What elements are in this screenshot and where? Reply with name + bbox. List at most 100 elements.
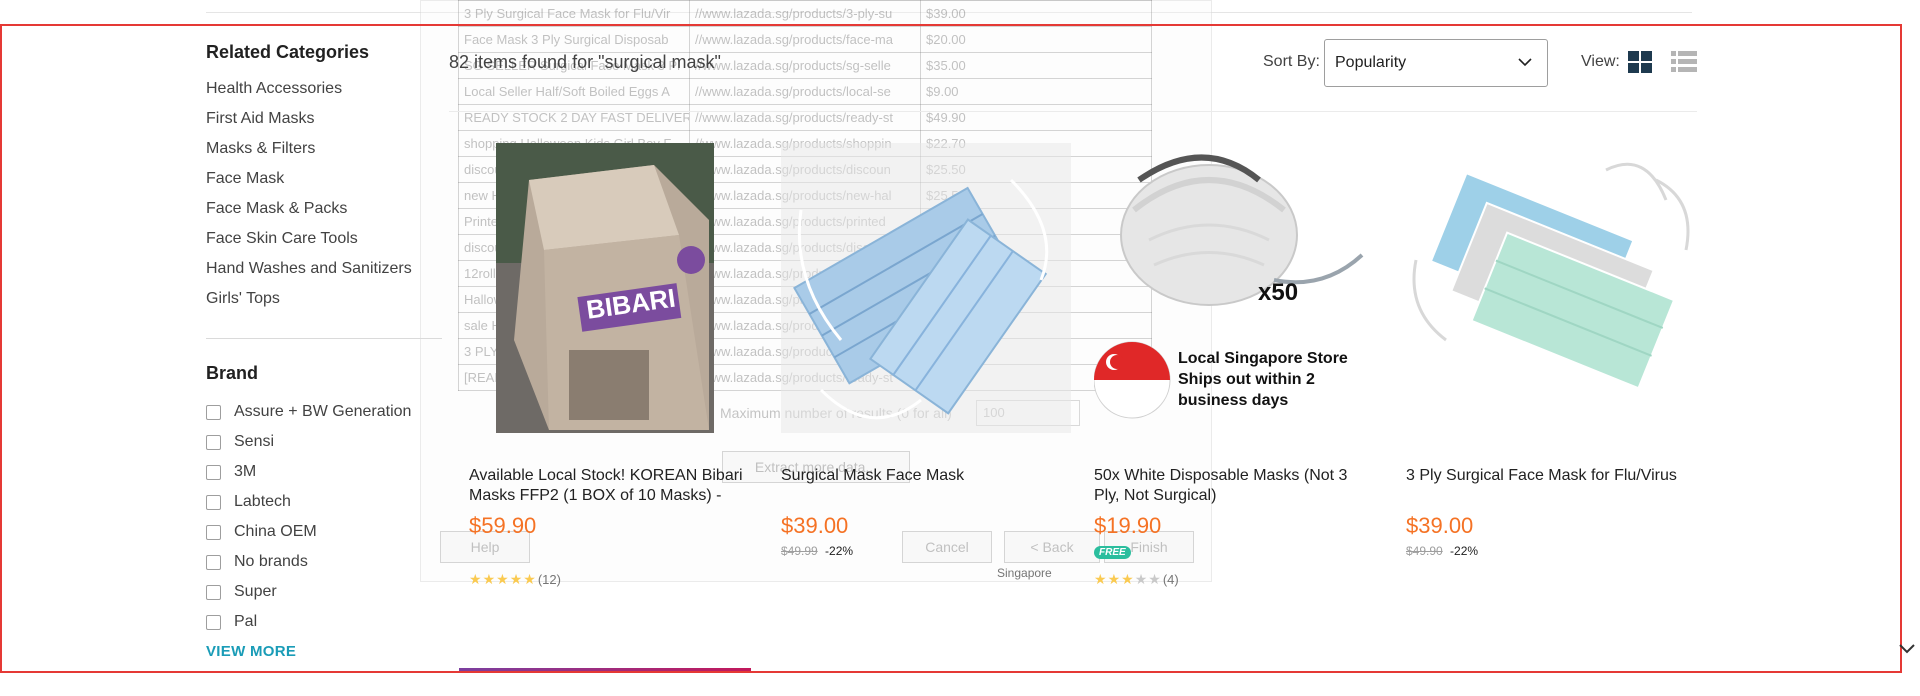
brand-checkbox[interactable] (206, 494, 221, 510)
category-link[interactable]: Girls' Tops (206, 284, 446, 314)
background-table-cell: Face Mask 3 Ply Surgical Disposab (458, 26, 690, 53)
view-more-brands-link[interactable]: VIEW MORE (206, 639, 446, 665)
related-categories-title: Related Categories (206, 42, 370, 62)
background-table-row: Face Mask 3 Ply Surgical Disposab//www.l… (458, 26, 1152, 53)
background-table-cell: 3 Ply Surgical Face Mask for Flu/Vir (458, 0, 690, 27)
view-mode-label: View: (1581, 53, 1620, 70)
product-image[interactable] (781, 140, 1071, 435)
star-half-icon: ★ (1121, 571, 1134, 587)
rating-row (1406, 570, 1696, 588)
product-name[interactable]: 50x White Disposable Masks (Not 3 Ply, N… (1094, 466, 1374, 506)
rating-row: ★ ★ ★ ★ ★ (12) (469, 570, 759, 588)
product-name[interactable]: Available Local Stock! KOREAN Bibari Mas… (469, 466, 749, 506)
free-shipping-badge: FREE (1094, 546, 1131, 559)
brand-filter-option[interactable]: Sensi (206, 427, 446, 457)
brand-checkbox[interactable] (206, 614, 221, 630)
brand-filter-option[interactable]: Pal (206, 607, 446, 637)
original-price-row: $49.90 -22% (1406, 544, 1696, 560)
image-caption-line: business days (1178, 392, 1288, 409)
star-half-icon: ★ (523, 571, 536, 587)
brand-label: Sensi (234, 433, 275, 450)
image-caption-line: Local Singapore Store (1178, 350, 1348, 367)
brand-filter-option[interactable]: 3M (206, 457, 446, 487)
product-image[interactable] (1406, 140, 1696, 435)
seller-location: Singapore (997, 566, 1052, 580)
product-card[interactable]: 3 Ply Surgical Face Mask for Flu/Virus $… (1406, 140, 1696, 588)
next-row-image-edge (459, 668, 751, 671)
original-price: $49.90 (1406, 544, 1443, 558)
product-image[interactable]: x50 Local Singapore Store Ships out with… (1094, 140, 1384, 435)
original-price-row: $49.99 -22% (781, 544, 1071, 560)
sort-by-value: Popularity (1335, 54, 1407, 71)
star-icon: ★ (1107, 571, 1121, 587)
background-table-cell: //www.lazada.sg/products/3-ply-su (689, 0, 921, 27)
background-table-cell: $35.00 (920, 52, 1152, 79)
product-price: $39.00 (781, 513, 849, 538)
category-link[interactable]: Face Mask (206, 164, 446, 194)
brand-label: No brands (234, 553, 308, 570)
star-icon: ★ (469, 571, 482, 587)
product-card[interactable]: Surgical Mask Face Mask $39.00 $49.99 -2… (781, 140, 1071, 588)
background-table-cell: $9.00 (920, 78, 1152, 105)
product-image[interactable]: BIBARI (469, 140, 759, 435)
brand-label: 3M (234, 463, 257, 480)
background-table-row: Local Seller Half/Soft Boiled Eggs A//ww… (458, 78, 1152, 105)
category-link[interactable]: Face Mask & Packs (206, 194, 446, 224)
rating-row: ★ ★ ★ ★ ★ (4) (1094, 570, 1384, 588)
page: 3 Ply Surgical Face Mask for Flu/Vir//ww… (0, 0, 1920, 696)
background-table-cell: $49.90 (920, 104, 1152, 131)
brand-filter-option[interactable]: Super (206, 577, 446, 607)
product-price: $39.00 (1406, 513, 1474, 538)
product-card[interactable]: x50 Local Singapore Store Ships out with… (1094, 140, 1384, 588)
header-divider (449, 111, 1697, 112)
original-price-row (469, 544, 759, 560)
brand-filter-option[interactable]: Labtech (206, 487, 446, 517)
chevron-down-icon (1518, 58, 1532, 67)
background-table-row: READY STOCK 2 DAY FAST DELIVER//www.laza… (458, 104, 1152, 131)
category-link[interactable]: Face Skin Care Tools (206, 224, 446, 254)
category-link[interactable]: Masks & Filters (206, 134, 446, 164)
category-link[interactable]: Health Accessories (206, 74, 446, 104)
sort-by-dropdown[interactable]: Popularity (1324, 39, 1548, 87)
brand-filter-title: Brand (206, 363, 259, 383)
brand-label: China OEM (234, 523, 317, 540)
background-table-cell: //www.lazada.sg/products/local-se (689, 78, 921, 105)
discount-percent: -22% (825, 544, 854, 558)
sort-by-label: Sort By: (1263, 53, 1320, 70)
list-view-icon[interactable] (1671, 51, 1697, 73)
brand-filter-option[interactable]: No brands (206, 547, 446, 577)
brand-checkbox[interactable] (206, 404, 221, 420)
star-empty-icon: ★ (1134, 571, 1148, 587)
brand-checkbox[interactable] (206, 464, 221, 480)
brand-label: Labtech (234, 493, 291, 510)
brand-checkbox[interactable] (206, 524, 221, 540)
category-link[interactable]: Hand Washes and Sanitizers (206, 254, 446, 284)
category-link[interactable]: First Aid Masks (206, 104, 446, 134)
top-divider (206, 12, 1692, 13)
rating-stars: ★ ★ ★ ★ ★ (469, 572, 536, 586)
product-card[interactable]: BIBARI Available Local Stock! KOREAN Bib… (469, 140, 759, 588)
image-caption-line: Ships out within 2 (1178, 371, 1315, 388)
brand-checkbox[interactable] (206, 584, 221, 600)
background-table-cell: //www.lazada.sg/products/ready-st (689, 104, 921, 131)
product-name[interactable]: 3 Ply Surgical Face Mask for Flu/Virus (1406, 466, 1686, 506)
brand-label: Super (234, 583, 277, 600)
brand-checkbox[interactable] (206, 554, 221, 570)
brand-filter-list: Assure + BW Generation Sensi 3M Labtech … (206, 397, 446, 637)
brand-filter-option[interactable]: Assure + BW Generation (206, 397, 446, 427)
related-categories-list: Health Accessories First Aid Masks Masks… (206, 74, 446, 314)
star-icon: ★ (1094, 571, 1107, 587)
grid-view-icon[interactable] (1628, 51, 1652, 73)
product-name[interactable]: Surgical Mask Face Mask (781, 466, 1061, 506)
original-price: $49.99 (781, 544, 818, 558)
result-count: 82 items found for "surgical mask" (449, 52, 721, 72)
brand-filter-option[interactable]: China OEM (206, 517, 446, 547)
star-empty-icon: ★ (1148, 571, 1161, 587)
brand-label: Assure + BW Generation (234, 403, 412, 420)
background-table-cell: //www.lazada.sg/products/sg-selle (689, 52, 921, 79)
brand-checkbox[interactable] (206, 434, 221, 450)
review-count: (12) (537, 571, 561, 587)
chevron-down-icon[interactable] (1898, 639, 1916, 657)
background-table-cell: Local Seller Half/Soft Boiled Eggs A (458, 78, 690, 105)
background-table-cell: $39.00 (920, 0, 1152, 27)
